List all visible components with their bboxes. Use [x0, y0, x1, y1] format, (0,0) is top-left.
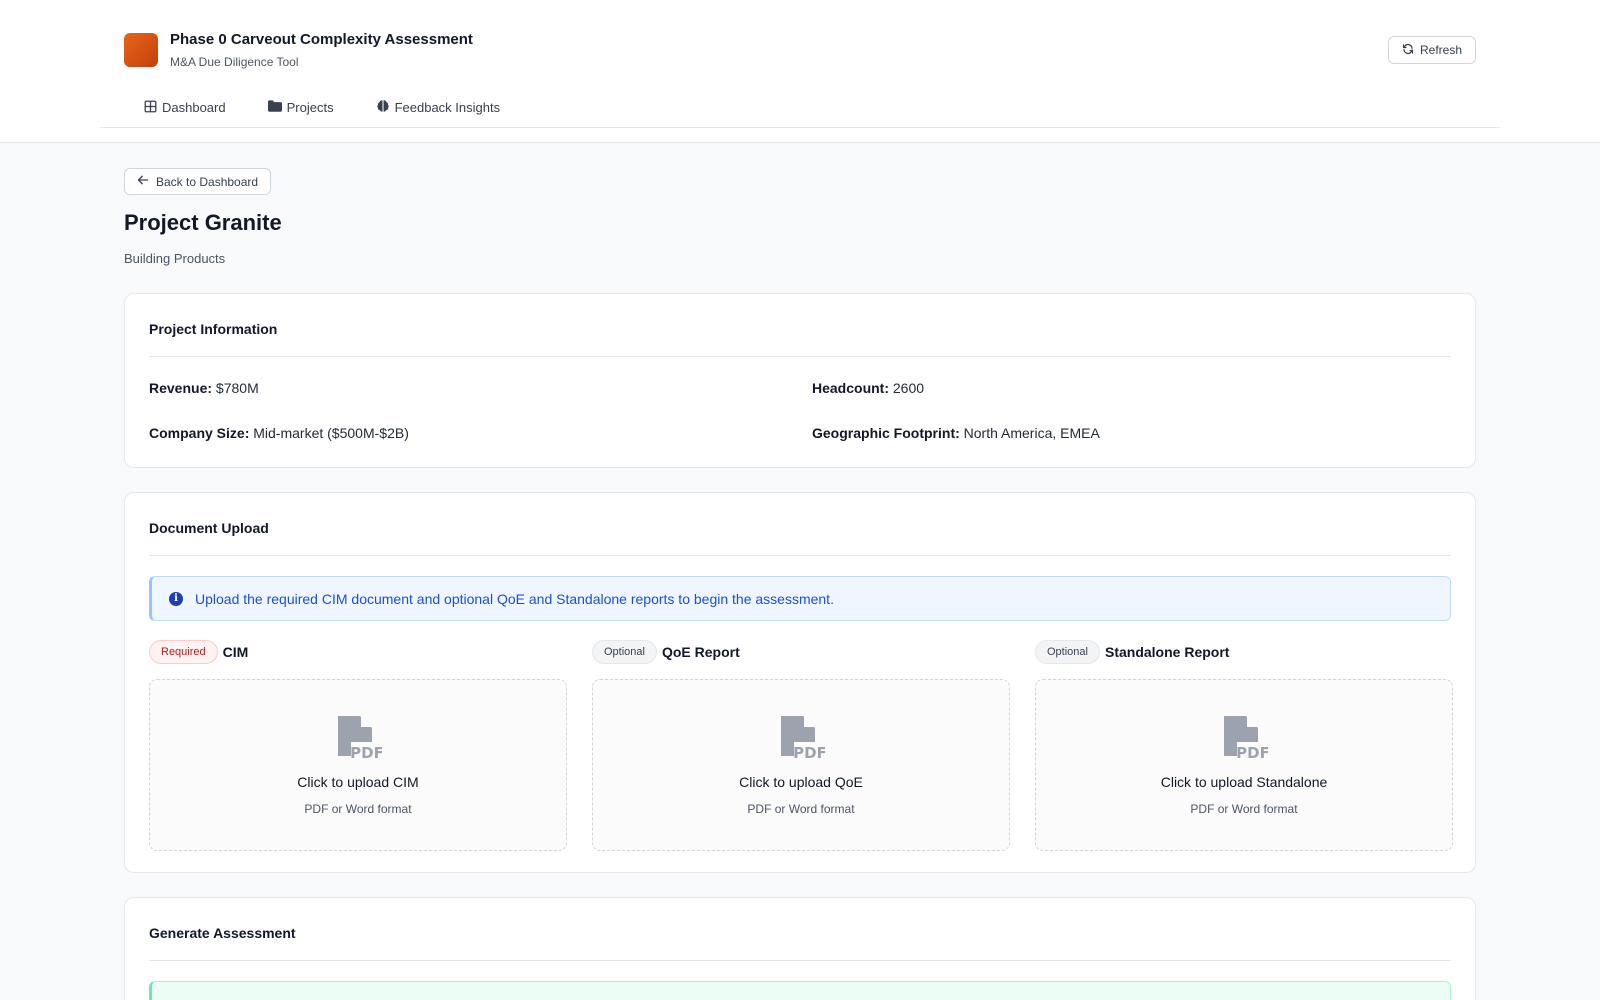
back-to-dashboard-button[interactable]: Back to Dashboard: [124, 168, 271, 195]
app-logo: [124, 33, 158, 67]
card-heading: Document Upload: [149, 493, 1451, 556]
slot-label: QoE Report: [661, 644, 740, 660]
folder-icon: [267, 100, 282, 115]
upload-hint: PDF or Word format: [1190, 802, 1298, 816]
info-revenue: Revenue: $780M: [149, 380, 259, 396]
app-subtitle: M&A Due Diligence Tool: [170, 55, 299, 69]
info-value: Mid-market ($500M-$2B): [253, 425, 409, 441]
generate-assessment-card: Generate Assessment: [124, 897, 1476, 1000]
optional-badge: Optional: [1035, 640, 1100, 664]
slot-label: Standalone Report: [1104, 644, 1230, 660]
info-headcount: Headcount: 2600: [812, 380, 924, 396]
refresh-label: Refresh: [1419, 43, 1463, 57]
upload-slot-standalone: Optional Standalone Report PDF Click to …: [1035, 639, 1453, 851]
main-nav: Dashboard Projects Feedback Insights: [100, 88, 1500, 128]
pdf-file-icon: PDF: [1224, 716, 1268, 760]
info-value: North America, EMEA: [963, 425, 1100, 441]
upload-hint: PDF or Word format: [747, 802, 855, 816]
nav-item-feedback-insights[interactable]: Feedback Insights: [376, 96, 501, 120]
info-value: 2600: [892, 380, 925, 396]
info-company-size: Company Size: Mid-market ($500M-$2B): [149, 425, 409, 441]
page-title: Project Granite: [124, 210, 282, 235]
info-geographic-footprint: Geographic Footprint: North America, EME…: [812, 425, 1100, 441]
standalone-dropzone[interactable]: PDF Click to upload Standalone PDF or Wo…: [1035, 679, 1453, 851]
info-label: Revenue:: [149, 380, 213, 396]
nav-item-projects[interactable]: Projects: [267, 96, 334, 120]
pdf-file-icon: PDF: [781, 716, 825, 760]
page-subtitle: Building Products: [124, 251, 226, 266]
svg-text:PDF: PDF: [1236, 744, 1268, 760]
back-label: Back to Dashboard: [156, 174, 259, 189]
project-info-card: Project Information Revenue: $780M Headc…: [124, 293, 1476, 468]
info-value: $780M: [215, 380, 259, 396]
upload-cta: Click to upload QoE: [739, 774, 863, 790]
app-title: Phase 0 Carveout Complexity Assessment: [170, 31, 473, 48]
qoe-dropzone[interactable]: PDF Click to upload QoE PDF or Word form…: [592, 679, 1010, 851]
pdf-file-icon: PDF: [338, 716, 382, 760]
card-heading: Generate Assessment: [149, 898, 1451, 961]
info-label: Headcount:: [812, 380, 889, 396]
info-alert: i Upload the required CIM document and o…: [149, 576, 1451, 621]
upload-cta: Click to upload CIM: [297, 774, 419, 790]
info-icon: i: [169, 591, 183, 606]
brain-icon: [376, 99, 390, 116]
slot-label: CIM: [222, 644, 249, 660]
nav-item-dashboard[interactable]: Dashboard: [144, 96, 226, 120]
info-label: Company Size:: [149, 425, 250, 441]
card-heading: Project Information: [149, 294, 1451, 357]
grid-icon: [144, 100, 157, 116]
nav-label: Feedback Insights: [394, 100, 501, 115]
upload-hint: PDF or Word format: [304, 802, 412, 816]
upload-slot-qoe: Optional QoE Report PDF Click to upload …: [592, 639, 1010, 851]
document-upload-card: Document Upload i Upload the required CI…: [124, 492, 1476, 873]
success-alert: [149, 981, 1451, 1000]
upload-slot-cim: Required CIM PDF Click to upload CIM PDF…: [149, 639, 567, 851]
refresh-button[interactable]: Refresh: [1388, 36, 1476, 64]
optional-badge: Optional: [592, 640, 657, 664]
upload-cta: Click to upload Standalone: [1160, 774, 1328, 790]
svg-text:PDF: PDF: [793, 744, 825, 760]
svg-text:PDF: PDF: [350, 744, 382, 760]
cim-dropzone[interactable]: PDF Click to upload CIM PDF or Word form…: [149, 679, 567, 851]
info-label: Geographic Footprint:: [812, 425, 960, 441]
alert-text: Upload the required CIM document and opt…: [195, 590, 834, 607]
app-header: Phase 0 Carveout Complexity Assessment M…: [0, 0, 1600, 143]
refresh-icon: [1402, 43, 1414, 58]
nav-label: Projects: [286, 100, 334, 115]
arrow-left-icon: [137, 174, 149, 189]
required-badge: Required: [149, 640, 218, 664]
nav-label: Dashboard: [162, 100, 226, 115]
